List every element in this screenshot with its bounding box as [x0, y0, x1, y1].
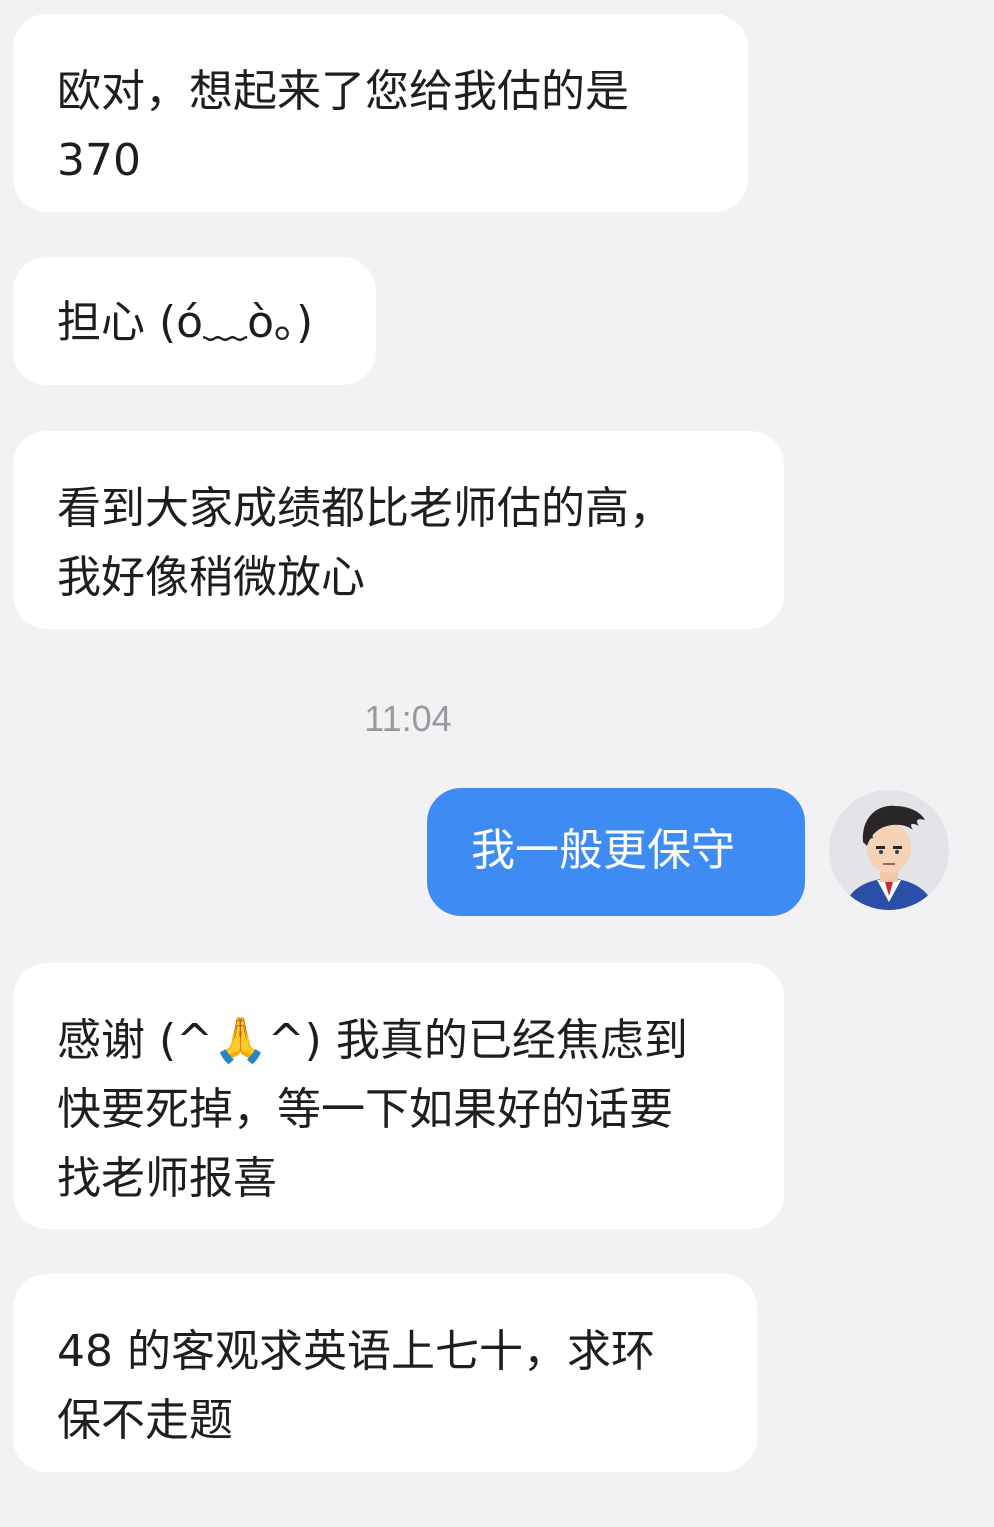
message-bubble-incoming[interactable]: 48 的客观求英语上七十，求环 保不走题	[13, 1274, 757, 1472]
message-bubble-incoming[interactable]: 欧对，想起来了您给我估的是 370	[13, 14, 748, 212]
message-bubble-incoming[interactable]: 感谢 (^🙏^) 我真的已经焦虑到 快要死掉，等一下如果好的话要 找老师报喜	[13, 963, 784, 1229]
avatar-portrait-icon	[829, 790, 949, 910]
chat-thread: 欧对，想起来了您给我估的是 370 担心 (ó﹏ò｡) 看到大家成绩都比老师估的…	[0, 0, 994, 1527]
message-timestamp: 11:04	[364, 698, 452, 739]
user-avatar-icon[interactable]	[829, 790, 949, 910]
message-bubble-incoming[interactable]: 担心 (ó﹏ò｡)	[13, 257, 376, 385]
message-bubble-incoming[interactable]: 看到大家成绩都比老师估的高， 我好像稍微放心	[13, 431, 784, 629]
message-bubble-outgoing[interactable]: 我一般更保守	[427, 788, 805, 916]
